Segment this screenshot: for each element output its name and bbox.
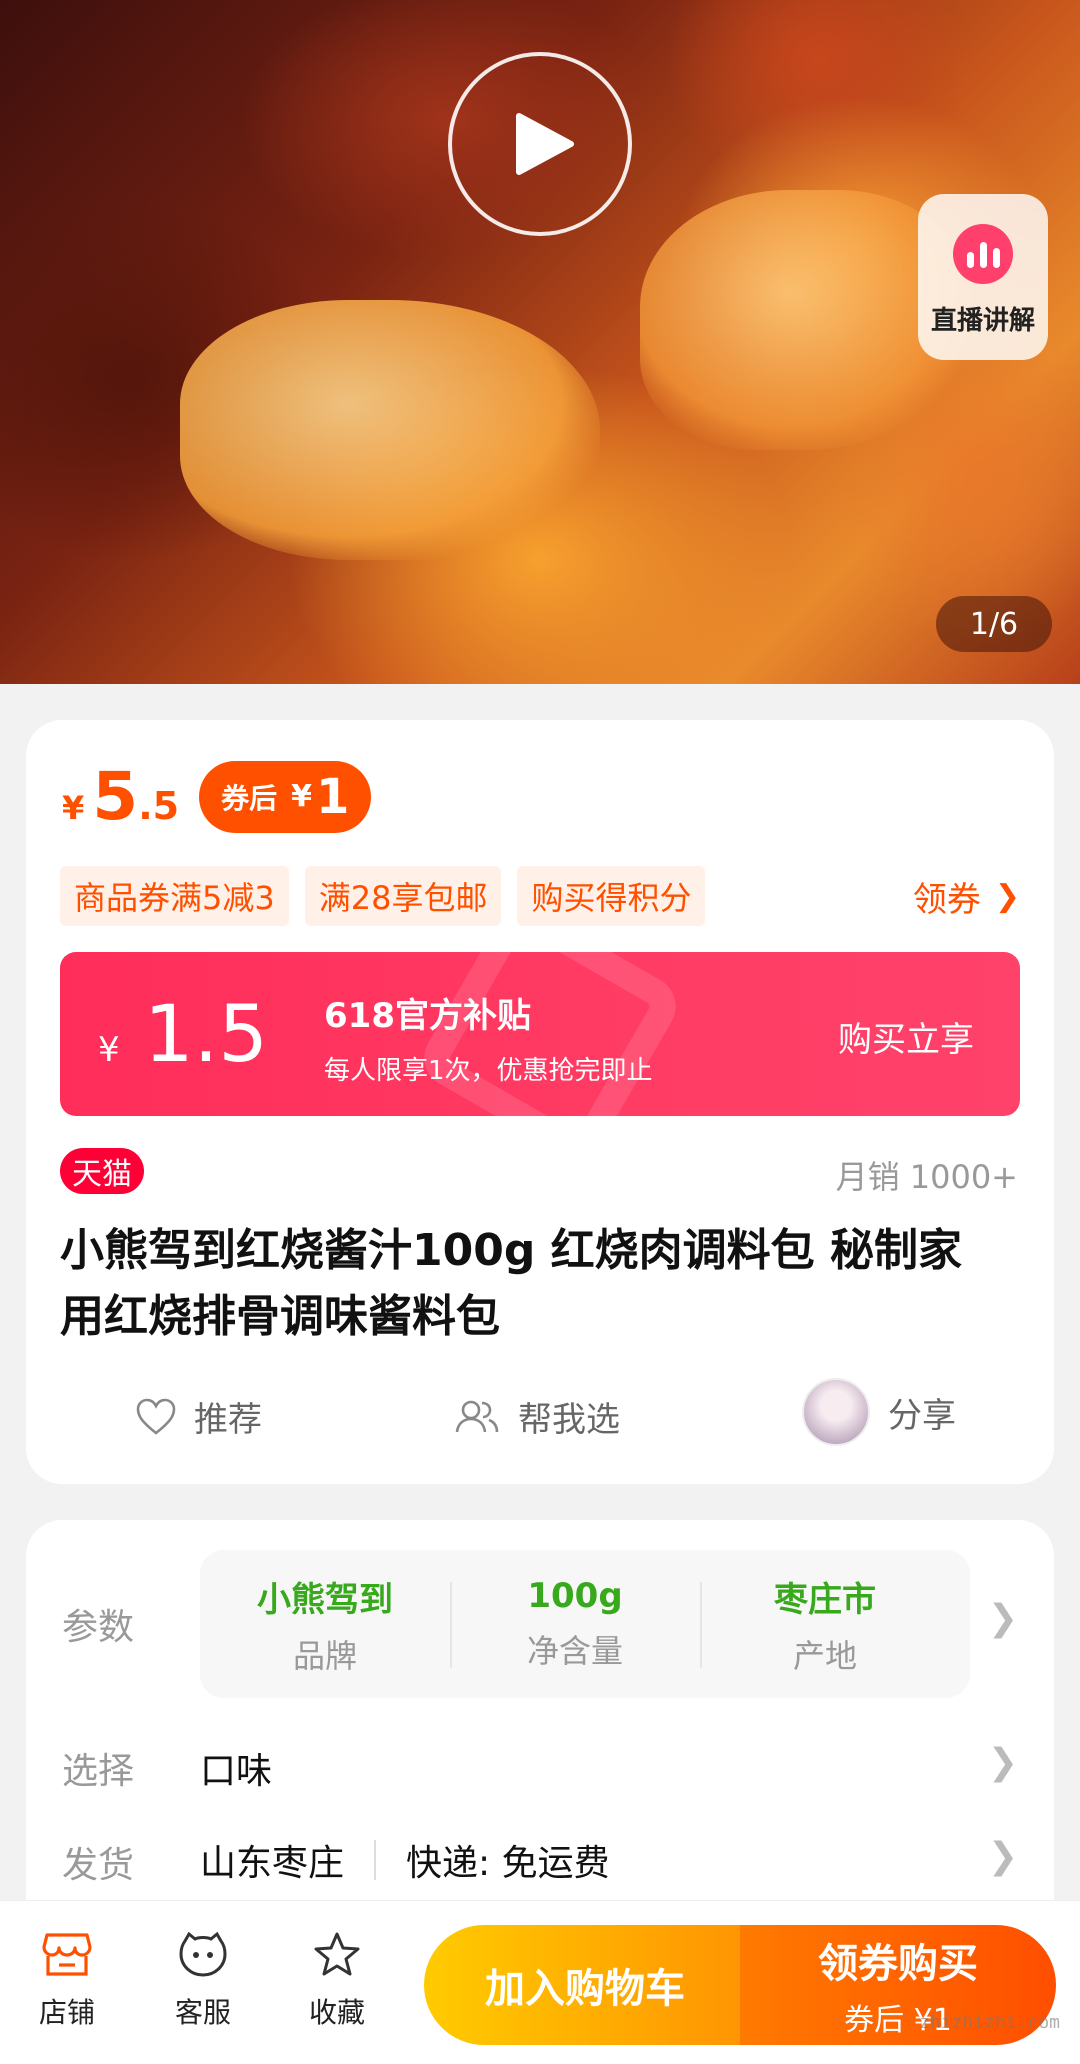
customer-service-icon bbox=[179, 1931, 227, 1977]
after-coupon-currency: ¥ bbox=[291, 779, 312, 814]
chevron-right-icon[interactable]: ❯ bbox=[988, 1742, 1018, 1783]
store-label: 店铺 bbox=[38, 1996, 95, 2029]
select-flavor-option[interactable]: 口味 bbox=[200, 1742, 272, 1794]
promo-tag[interactable]: 满28享包邮 bbox=[304, 866, 502, 926]
subsidy-description: 每人限享1次，优惠抢完即止 bbox=[324, 1056, 653, 1086]
shipping-express: 快递: 免运费 bbox=[406, 1843, 610, 1884]
monthly-sales: 月销 1000+ bbox=[835, 1158, 1018, 1196]
customer-service-label: 客服 bbox=[174, 1996, 231, 2029]
price-integer: 5 bbox=[92, 758, 139, 835]
avatar bbox=[802, 1378, 870, 1446]
store-icon bbox=[42, 1933, 92, 1976]
favorite-button[interactable]: 收藏 bbox=[282, 1931, 392, 2031]
star-icon bbox=[314, 1932, 360, 1976]
media-page-indicator: 1/6 bbox=[936, 596, 1052, 652]
subsidy-price: 1.5 bbox=[144, 990, 269, 1080]
shipping-label: 发货 bbox=[62, 1845, 135, 1886]
play-icon bbox=[516, 113, 574, 175]
coupon-buy-label: 领券购买 bbox=[818, 1941, 978, 1987]
get-coupon-link[interactable]: 领券 ❯ bbox=[913, 872, 1020, 921]
price-row: ¥ 5 .5 券后 ¥ 1 bbox=[62, 758, 372, 835]
shipping-origin: 山东枣庄 bbox=[200, 1843, 345, 1884]
chevron-right-icon[interactable]: ❯ bbox=[988, 1836, 1018, 1877]
shipping-info[interactable]: 山东枣庄 快递: 免运费 bbox=[200, 1834, 610, 1886]
official-subsidy-banner[interactable]: ¥ 1.5 618官方补贴 每人限享1次，优惠抢完即止 购买立享 bbox=[60, 952, 1020, 1116]
help-choose-label: 帮我选 bbox=[518, 1400, 620, 1440]
play-video-button[interactable] bbox=[448, 52, 632, 236]
param-value: 100g bbox=[527, 1576, 623, 1616]
site-watermark: zhizhizhi.com bbox=[919, 2012, 1060, 2033]
bottom-action-bar: 店铺 客服 收藏 加入购物车 领券购买 券后 ¥1 bbox=[0, 1900, 1080, 2064]
price-decimal: .5 bbox=[138, 783, 180, 828]
get-coupon-label: 领券 bbox=[912, 879, 981, 920]
live-bars-icon bbox=[953, 224, 1013, 284]
promo-tag[interactable]: 购买得积分 bbox=[517, 866, 706, 926]
live-explain-label: 直播讲解 bbox=[930, 306, 1035, 336]
subsidy-title: 618官方补贴 bbox=[324, 996, 531, 1036]
subsidy-buy-now[interactable]: 购买立享 bbox=[838, 1012, 974, 1061]
param-net-weight: 100g 净含量 bbox=[450, 1550, 700, 1698]
help-choose-button[interactable]: 帮我选 bbox=[454, 1392, 620, 1441]
people-icon bbox=[455, 1400, 499, 1432]
heart-icon bbox=[136, 1398, 176, 1435]
param-value: 枣庄市 bbox=[774, 1579, 876, 1620]
hero-food-highlight bbox=[180, 300, 600, 560]
param-value: 小熊驾到 bbox=[257, 1579, 393, 1620]
live-explain-button[interactable]: 直播讲解 bbox=[918, 194, 1048, 360]
recommend-label: 推荐 bbox=[194, 1400, 262, 1440]
chevron-right-icon[interactable]: ❯ bbox=[988, 1598, 1018, 1639]
share-label: 分享 bbox=[888, 1395, 956, 1436]
customer-service-button[interactable]: 客服 bbox=[148, 1931, 258, 2031]
select-label: 选择 bbox=[62, 1751, 135, 1792]
product-media-carousel[interactable]: 直播讲解 1/6 bbox=[0, 0, 1080, 684]
subsidy-currency: ¥ bbox=[98, 1030, 120, 1070]
params-box[interactable]: 小熊驾到 品牌 100g 净含量 枣庄市 产地 bbox=[200, 1550, 970, 1698]
product-info-card: ¥ 5 .5 券后 ¥ 1 商品券满5减3 满28享包邮 购买得积分 领券 ❯ … bbox=[26, 720, 1054, 1484]
product-title: 小熊驾到红烧酱汁100g 红烧肉调料包 秘制家用红烧排骨调味酱料包 bbox=[60, 1225, 962, 1342]
promo-tags-row: 商品券满5减3 满28享包邮 购买得积分 领券 ❯ bbox=[60, 866, 1020, 926]
param-origin: 枣庄市 产地 bbox=[700, 1550, 950, 1698]
tmall-badge: 天猫 bbox=[60, 1148, 144, 1194]
param-key: 产地 bbox=[792, 1636, 857, 1675]
param-key: 净含量 bbox=[526, 1632, 623, 1670]
param-brand: 小熊驾到 品牌 bbox=[200, 1550, 450, 1698]
after-coupon-price-badge: 券后 ¥ 1 bbox=[199, 760, 372, 833]
param-key: 品牌 bbox=[292, 1636, 357, 1675]
chevron-right-icon: ❯ bbox=[994, 878, 1020, 914]
promo-tag[interactable]: 商品券满5减3 bbox=[60, 866, 289, 926]
store-button[interactable]: 店铺 bbox=[12, 1931, 122, 2031]
after-coupon-value: 1 bbox=[315, 768, 350, 825]
share-button[interactable]: 分享 bbox=[802, 1378, 956, 1446]
recommend-button[interactable]: 推荐 bbox=[136, 1392, 262, 1441]
favorite-label: 收藏 bbox=[308, 1996, 365, 2029]
price-currency: ¥ bbox=[62, 788, 85, 827]
after-coupon-label: 券后 bbox=[221, 781, 278, 815]
params-label: 参数 bbox=[62, 1607, 135, 1648]
social-actions-row: 推荐 帮我选 分享 bbox=[26, 1378, 1054, 1458]
add-to-cart-button[interactable]: 加入购物车 bbox=[424, 1925, 746, 2045]
divider bbox=[374, 1840, 377, 1880]
